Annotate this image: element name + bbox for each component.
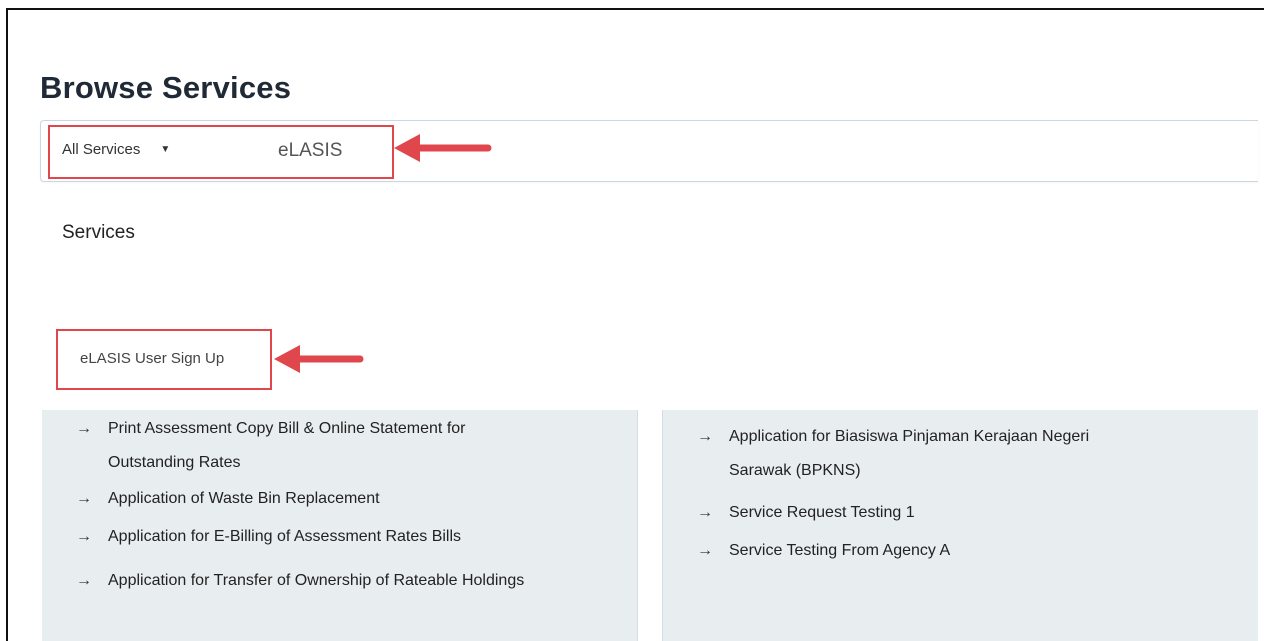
results-heading: Services (62, 222, 135, 243)
service-item-label-cont: Outstanding Rates (108, 454, 241, 471)
arrow-right-icon: → (76, 572, 92, 589)
service-list-right: → Application for Biasiswa Pinjaman Kera… (697, 420, 1237, 568)
service-item-transfer-ownership[interactable]: → Application for Transfer of Ownership … (76, 564, 616, 598)
service-panel-left: → Print Assessment Copy Bill & Online St… (42, 410, 638, 641)
service-item-biasiswa[interactable]: → Application for Biasiswa Pinjaman Kera… (697, 420, 1237, 488)
arrow-right-icon: → (697, 428, 713, 445)
service-item-label: Application for Biasiswa Pinjaman Keraja… (729, 428, 1090, 445)
annotation-box-search (48, 125, 394, 179)
service-item-label: Service Request Testing 1 (729, 504, 915, 521)
service-item-label: Application of Waste Bin Replacement (108, 490, 380, 507)
arrow-right-icon: → (76, 528, 92, 545)
service-list-left: → Print Assessment Copy Bill & Online St… (76, 412, 616, 598)
arrow-right-icon: → (697, 542, 713, 559)
service-item-agency-testing[interactable]: → Service Testing From Agency A (697, 534, 1237, 568)
service-item-e-billing[interactable]: → Application for E-Billing of Assessmen… (76, 520, 616, 554)
service-item-label: Print Assessment Copy Bill & Online Stat… (108, 420, 466, 437)
service-item-label: Service Testing From Agency A (729, 542, 951, 559)
annotation-arrow-result (274, 345, 364, 373)
page-title: Browse Services (40, 70, 292, 105)
service-item-print-assessment[interactable]: → Print Assessment Copy Bill & Online St… (76, 412, 616, 480)
service-item-request-testing[interactable]: → Service Request Testing 1 (697, 496, 1237, 530)
annotation-arrow-search (394, 134, 492, 162)
service-panel-right: → Application for Biasiswa Pinjaman Kera… (662, 410, 1258, 641)
service-item-waste-bin[interactable]: → Application of Waste Bin Replacement (76, 482, 616, 516)
arrow-right-icon: → (697, 504, 713, 521)
arrow-right-icon: → (76, 490, 92, 507)
service-item-label-cont: Sarawak (BPKNS) (729, 462, 861, 479)
service-item-label: Application for E-Billing of Assessment … (108, 528, 462, 545)
arrow-right-icon: → (76, 420, 92, 437)
annotation-box-result (56, 329, 272, 390)
service-item-label: Application for Transfer of Ownership of… (108, 572, 525, 589)
